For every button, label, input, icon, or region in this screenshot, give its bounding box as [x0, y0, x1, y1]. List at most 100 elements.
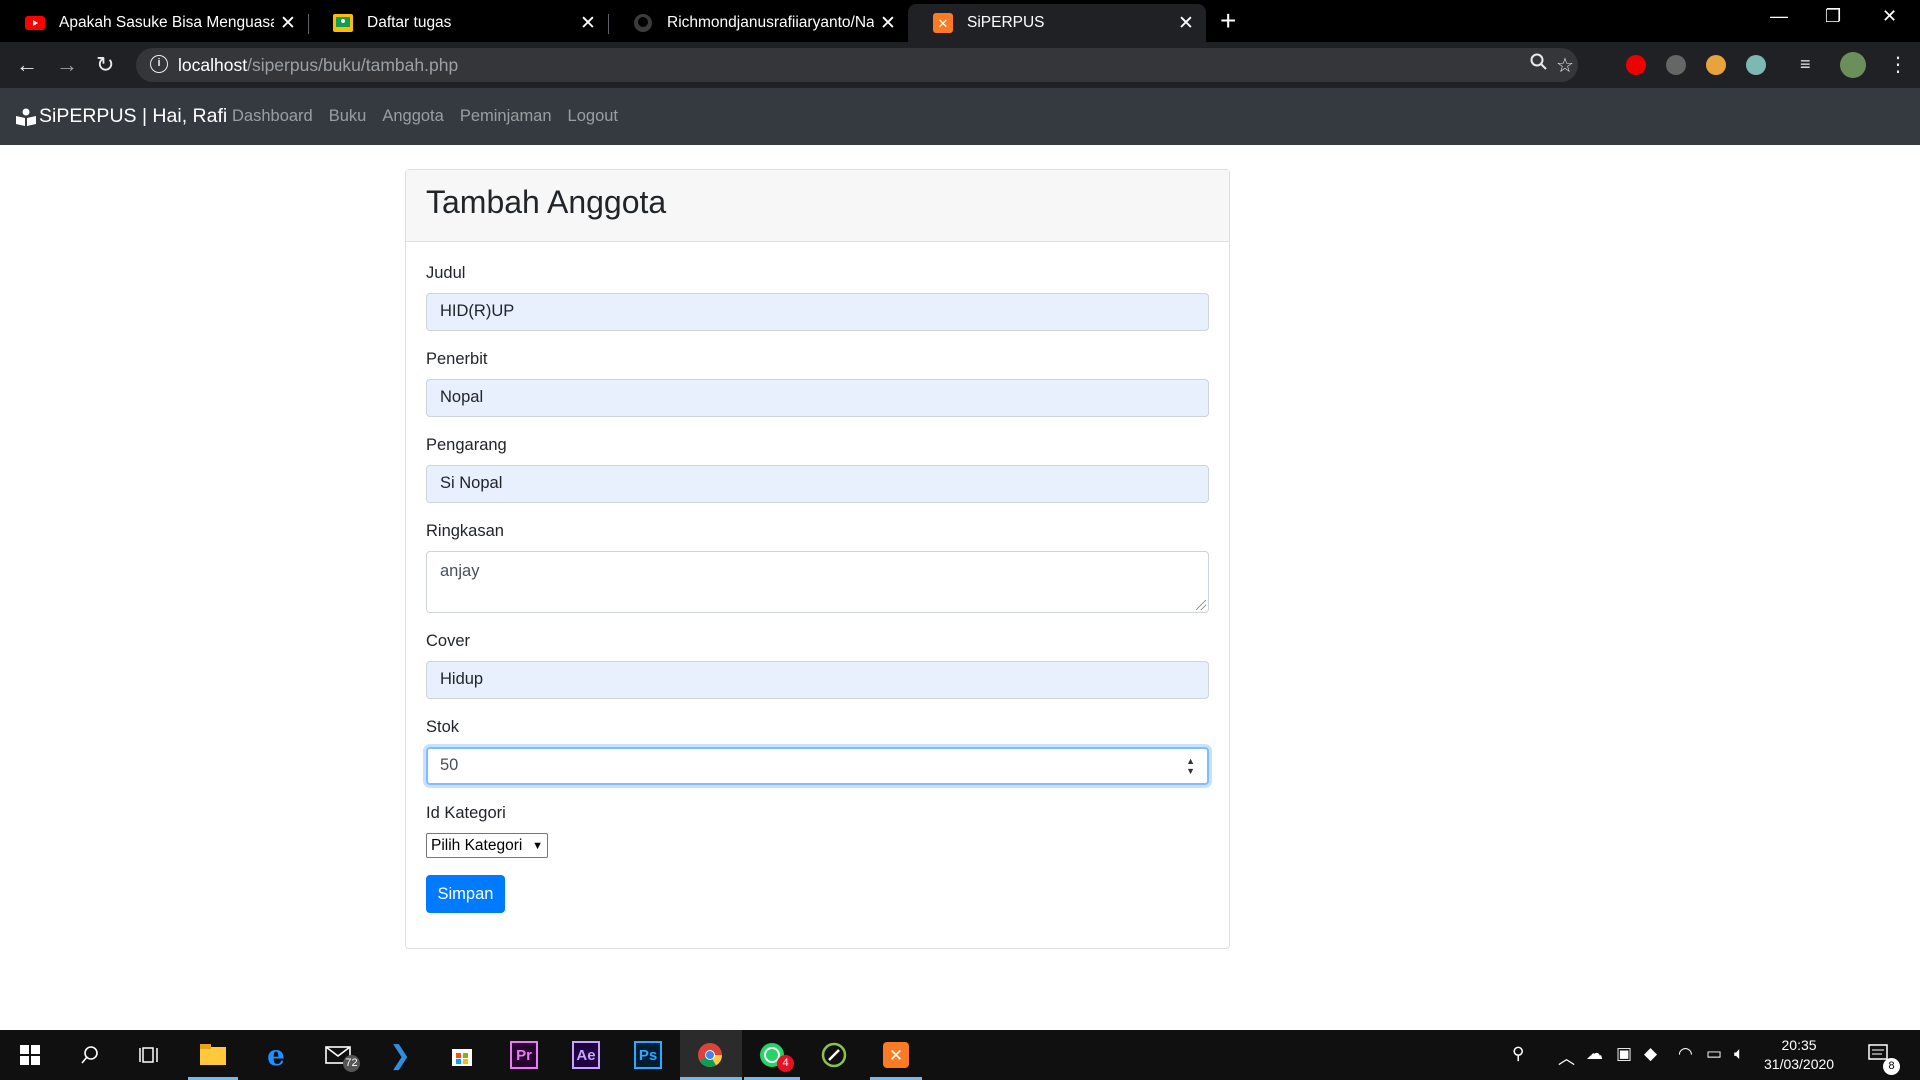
nav-link-buku[interactable]: Buku — [329, 107, 367, 126]
simpan-button[interactable]: Simpan — [426, 875, 505, 913]
resize-handle-icon[interactable] — [1196, 600, 1206, 610]
close-icon[interactable]: ✕ — [274, 12, 302, 35]
whatsapp-icon[interactable]: 4 — [758, 1041, 794, 1072]
avatar[interactable] — [1840, 52, 1866, 78]
photoshop-icon[interactable]: Ps — [634, 1041, 662, 1069]
address-bar[interactable]: i localhost/siperpus/buku/tambah.php ☆ — [136, 48, 1578, 82]
ringkasan-label: Ringkasan — [426, 522, 504, 540]
penerbit-label: Penerbit — [426, 350, 488, 368]
chrome-icon[interactable] — [696, 1041, 724, 1069]
dropdown-arrow-icon: ▼ — [532, 839, 543, 852]
classroom-icon — [333, 13, 353, 33]
reload-icon[interactable]: ↻ — [96, 52, 114, 78]
adblock-icon[interactable] — [1626, 55, 1646, 75]
media-control-icon[interactable]: ≡ — [1800, 54, 1811, 75]
forward-icon[interactable]: → — [56, 52, 78, 78]
book-reader-icon — [16, 108, 36, 126]
card-header: Tambah Anggota — [406, 170, 1229, 242]
stok-number-input[interactable]: 50 ▲ ▼ — [426, 747, 1209, 785]
xampp-icon: ✕ — [933, 13, 953, 33]
info-icon[interactable]: i — [150, 55, 168, 73]
kategori-label: Id Kategori — [426, 804, 506, 822]
nav-link-anggota[interactable]: Anggota — [382, 107, 443, 126]
bookmark-star-icon[interactable]: ☆ — [1556, 53, 1574, 78]
judul-label: Judul — [426, 264, 466, 282]
browser-tab-classroom[interactable]: Daftar tugas ✕ — [308, 4, 608, 42]
nav-link-peminjaman[interactable]: Peminjaman — [460, 107, 552, 126]
stok-label: Stok — [426, 718, 460, 736]
windows-start-icon[interactable] — [16, 1041, 44, 1069]
pengarang-input[interactable]: Si Nopal — [426, 465, 1209, 503]
url-text: localhost/siperpus/buku/tambah.php — [178, 55, 459, 75]
ringkasan-value: anjay — [440, 562, 480, 580]
menu-icon[interactable]: ⋮ — [1888, 52, 1908, 77]
close-icon[interactable]: ✕ — [874, 12, 902, 35]
git-client-icon[interactable] — [820, 1041, 848, 1069]
stok-value: 50 — [440, 756, 459, 774]
security-icon[interactable]: ▣ — [1616, 1044, 1632, 1064]
penerbit-input[interactable]: Nopal — [426, 379, 1209, 417]
mail-badge: 72 — [343, 1055, 360, 1072]
after-effects-icon[interactable]: Ae — [572, 1041, 600, 1069]
edge-icon[interactable]: e — [262, 1039, 290, 1072]
minimize-icon[interactable]: — — [1770, 6, 1788, 27]
form-card: Tambah Anggota Judul HID(R)UP Penerbit N… — [405, 169, 1230, 949]
dropbox-icon[interactable]: ◆ — [1644, 1044, 1657, 1064]
store-icon[interactable] — [448, 1041, 476, 1069]
restore-icon[interactable]: ❐ — [1825, 6, 1841, 27]
clock[interactable]: 20:35 31/03/2020 — [1764, 1036, 1834, 1074]
vscode-icon[interactable]: ❯ — [386, 1040, 414, 1070]
notification-center-icon[interactable]: 8 — [1868, 1044, 1900, 1075]
browser-toolbar: ← → ↻ i localhost/siperpus/buku/tambah.p… — [0, 42, 1920, 88]
tab-title: SiPERPUS — [967, 14, 1045, 31]
battery-icon[interactable]: ▭ — [1706, 1044, 1722, 1064]
svg-text:✕: ✕ — [889, 1046, 903, 1066]
youtube-icon — [25, 13, 45, 33]
people-icon[interactable]: ⚲ — [1512, 1044, 1524, 1064]
judul-input[interactable]: HID(R)UP — [426, 293, 1209, 331]
page-title: Tambah Anggota — [426, 184, 667, 220]
tab-title: Richmondjanusrafiiaryanto/Nativ — [667, 14, 874, 31]
kategori-selected-value: Pilih Kategori — [431, 836, 523, 854]
extension-icon[interactable] — [1746, 55, 1766, 75]
cover-input[interactable]: Hidup — [426, 661, 1209, 699]
tab-title: Daftar tugas — [367, 14, 452, 31]
windows-taskbar: e 72 ❯ Pr Ae Ps 4 ✕ ⚲ ︿ ☁ ▣ ◆ ◠ ▭ 🔈︎ 20:… — [0, 1030, 1920, 1080]
close-window-icon[interactable]: ✕ — [1882, 6, 1897, 27]
xampp-icon[interactable]: ✕ — [882, 1041, 910, 1069]
file-explorer-icon[interactable] — [199, 1041, 227, 1069]
ringkasan-textarea[interactable]: anjay — [426, 551, 1209, 613]
nav-link-logout[interactable]: Logout — [568, 107, 618, 126]
close-icon[interactable]: ✕ — [1172, 12, 1200, 35]
onedrive-icon[interactable]: ☁ — [1586, 1044, 1603, 1064]
zoom-icon[interactable] — [1530, 53, 1548, 77]
kategori-select[interactable]: Pilih Kategori ▼ — [426, 833, 548, 858]
task-view-icon[interactable] — [136, 1041, 164, 1069]
mail-icon[interactable]: 72 — [324, 1041, 360, 1072]
brand[interactable]: SiPERPUS | Hai, Rafi — [15, 105, 227, 128]
brand-text: SiPERPUS | Hai, Rafi — [39, 105, 228, 127]
svg-text:✕: ✕ — [938, 17, 949, 32]
new-tab-button[interactable]: + — [1220, 5, 1236, 37]
clock-date: 31/03/2020 — [1764, 1056, 1835, 1072]
back-icon[interactable]: ← — [16, 52, 38, 78]
extension-icon[interactable] — [1666, 55, 1686, 75]
premiere-pro-icon[interactable]: Pr — [510, 1041, 538, 1069]
whatsapp-badge: 4 — [777, 1055, 794, 1072]
spinner-arrows-icon[interactable]: ▲ ▼ — [1186, 756, 1195, 776]
search-icon[interactable] — [76, 1041, 104, 1069]
extension-icon[interactable] — [1706, 55, 1726, 75]
close-icon[interactable]: ✕ — [574, 12, 602, 35]
pengarang-label: Pengarang — [426, 436, 507, 454]
volume-icon[interactable]: 🔈︎ — [1734, 1044, 1744, 1064]
github-icon — [633, 13, 653, 33]
wifi-icon[interactable]: ◠ — [1678, 1044, 1693, 1064]
browser-tab-github[interactable]: Richmondjanusrafiiaryanto/Nativ ✕ — [608, 4, 908, 42]
app-navbar: SiPERPUS | Hai, Rafi Dashboard Buku Angg… — [0, 88, 1920, 145]
browser-tab-siperpus[interactable]: ✕ SiPERPUS ✕ — [908, 4, 1206, 42]
nav-link-dashboard[interactable]: Dashboard — [232, 107, 313, 126]
browser-tab-youtube[interactable]: Apakah Sasuke Bisa Menguasai S ✕ — [0, 4, 308, 42]
browser-tab-strip: Apakah Sasuke Bisa Menguasai S ✕ Daftar … — [0, 0, 1920, 42]
notification-badge: 8 — [1883, 1058, 1900, 1075]
chevron-up-icon[interactable]: ︿ — [1558, 1044, 1575, 1069]
